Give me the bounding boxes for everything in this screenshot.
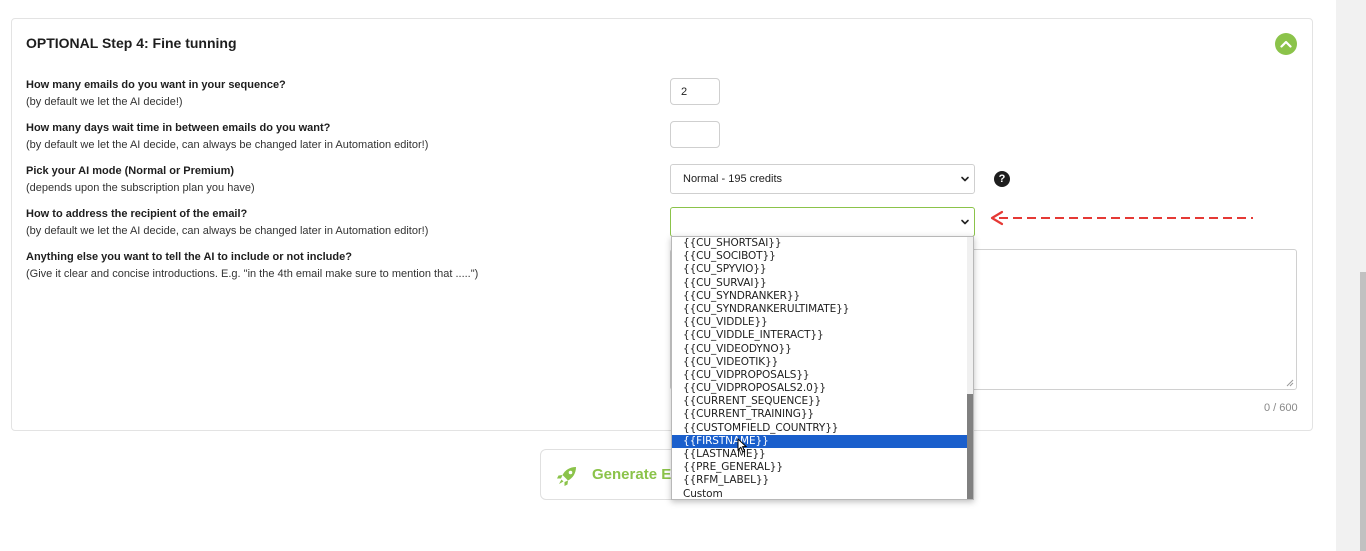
ai-mode-hint: (depends upon the subscription plan you … [26, 182, 255, 194]
emails-count-label: How many emails do you want in your sequ… [26, 79, 286, 91]
dropdown-option[interactable]: {{CU_SPYVIO}} [672, 263, 968, 276]
dropdown-option[interactable]: {{CU_SYNDRANKER}} [672, 290, 968, 303]
ai-mode-select[interactable]: Normal - 195 credits [670, 164, 975, 194]
mouse-pointer-icon [737, 438, 747, 453]
dropdown-option[interactable]: {{FIRSTNAME}} [672, 434, 968, 448]
extra-instructions-label: Anything else you want to tell the AI to… [26, 251, 352, 263]
page-scrollbar-thumb[interactable] [1360, 272, 1366, 551]
dropdown-scrollbar-thumb[interactable] [967, 394, 973, 499]
emails-count-input[interactable] [670, 78, 720, 105]
dropdown-option[interactable]: {{CU_SURVAI}} [672, 277, 968, 290]
dropdown-option[interactable]: {{CU_VIDDLE_INTERACT}} [672, 329, 968, 342]
section-title: OPTIONAL Step 4: Fine tunning [26, 35, 237, 51]
dropdown-option[interactable]: {{RFM_LABEL}} [672, 474, 968, 487]
ai-mode-label: Pick your AI mode (Normal or Premium) [26, 165, 235, 177]
dropdown-option[interactable]: {{LASTNAME}} [672, 448, 968, 461]
dropdown-options: {{CU_SHORTSAI}} {{CU_SOCIBOT}} {{CU_SPYVIO… [672, 237, 973, 499]
dropdown-option[interactable]: {{CURRENT_SEQUENCE}} [672, 395, 968, 408]
rocket-icon [557, 467, 576, 486]
dropdown-option[interactable]: {{CU_VIDPROPOSALS}} [672, 369, 968, 382]
chevron-down-icon [961, 176, 969, 182]
recipient-address-select[interactable] [670, 207, 975, 237]
character-counter: 0 / 600 [1264, 402, 1298, 414]
dropdown-option[interactable]: Custom [672, 488, 968, 499]
recipient-address-label: How to address the recipient of the emai… [26, 208, 248, 220]
wait-days-hint: (by default we let the AI decide, can al… [26, 139, 429, 151]
recipient-address-dropdown[interactable]: {{CU_SHORTSAI}} {{CU_SOCIBOT}} {{CU_SPYVIO… [671, 236, 974, 500]
wait-days-label: How many days wait time in between email… [26, 122, 331, 134]
dropdown-option[interactable]: {{PRE_GENERAL}} [672, 461, 968, 474]
dropdown-option[interactable]: {{CU_VIDPROPOSALS2.0}} [672, 382, 968, 395]
dropdown-option[interactable]: {{CUSTOMFIELD_COUNTRY}} [672, 422, 968, 435]
wait-days-input[interactable] [670, 121, 720, 148]
resize-handle-icon[interactable] [1286, 379, 1294, 387]
ai-mode-selected-value: Normal - 195 credits [683, 173, 783, 185]
dropdown-option[interactable]: {{CU_SOCIBOT}} [672, 250, 968, 263]
collapse-section-button[interactable] [1275, 33, 1297, 55]
dropdown-option[interactable]: {{CU_VIDEOTIK}} [672, 356, 968, 369]
chevron-up-icon [1280, 40, 1292, 48]
extra-instructions-hint: (Give it clear and concise introductions… [26, 268, 479, 280]
dropdown-option[interactable]: {{CU_SHORTSAI}} [672, 237, 968, 250]
dropdown-option[interactable]: {{CURRENT_TRAINING}} [672, 408, 968, 421]
emails-count-hint: (by default we let the AI decide!) [26, 96, 183, 108]
help-icon[interactable]: ? [994, 171, 1010, 187]
page-scrollbar[interactable] [1336, 0, 1366, 551]
recipient-address-hint: (by default we let the AI decide, can al… [26, 225, 429, 237]
dropdown-option[interactable]: {{CU_VIDDLE}} [672, 316, 968, 329]
chevron-down-icon [961, 219, 969, 225]
red-dashed-arrow-icon [990, 210, 1253, 226]
dropdown-option[interactable]: {{CU_SYNDRANKERULTIMATE}} [672, 303, 968, 316]
generate-button-label: Generate E [592, 466, 672, 483]
dropdown-option[interactable]: {{CU_VIDEODYNO}} [672, 343, 968, 356]
